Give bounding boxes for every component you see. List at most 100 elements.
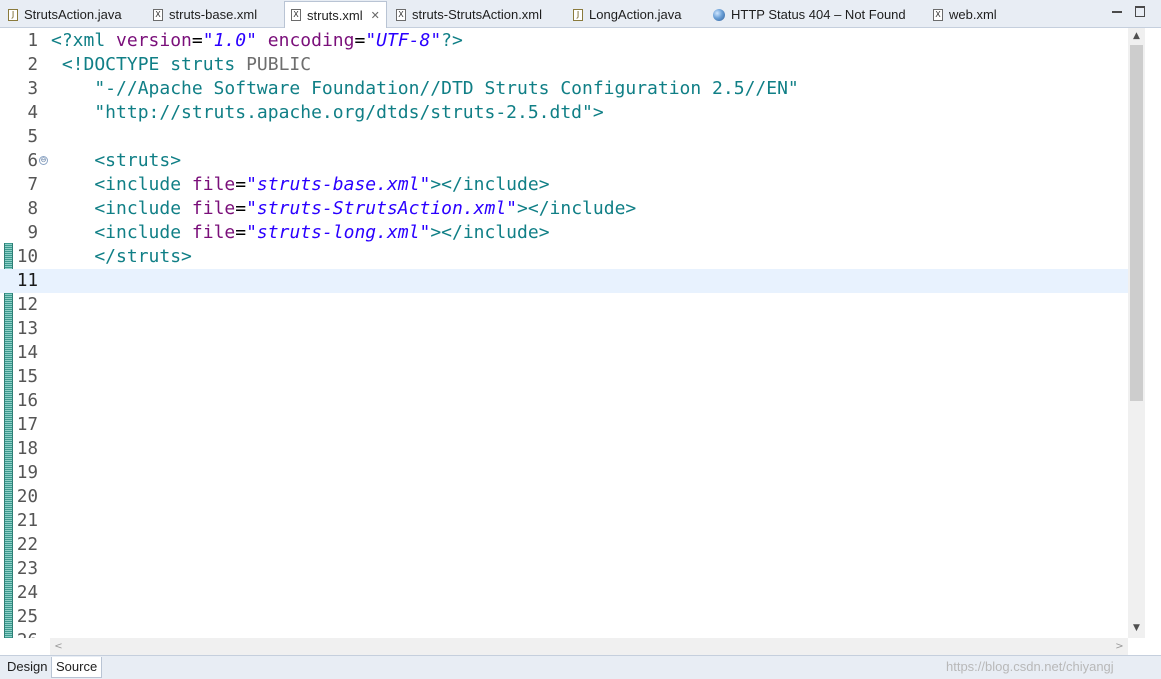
xml-file-icon: X [291, 9, 301, 21]
line-number: 20 [16, 487, 38, 507]
java-file-icon: J [573, 8, 583, 21]
code-token: "UTF-8" [365, 30, 442, 51]
code-token: = [235, 174, 247, 195]
code-token: <!DOCTYPE [51, 54, 171, 75]
tab-source[interactable]: Source [51, 657, 103, 678]
code-line[interactable]: 26 [0, 629, 1128, 638]
tab-label: struts.xml [307, 7, 363, 23]
code-token: "struts-base.xml" [246, 174, 431, 195]
line-number: 14 [16, 343, 38, 363]
line-number: 22 [16, 535, 38, 555]
tab-longaction-java[interactable]: J LongAction.java [573, 2, 682, 27]
vertical-scroll-thumb[interactable] [1130, 45, 1143, 401]
code-line[interactable]: 21 [0, 509, 1128, 533]
tab-label: HTTP Status 404 – Not Found [731, 7, 906, 22]
code-token: <include [51, 198, 192, 219]
code-text: <struts> [51, 149, 181, 173]
code-token: struts [170, 54, 247, 75]
maximize-icon[interactable] [1134, 5, 1146, 17]
code-token: PUBLIC [246, 54, 312, 75]
code-token: = [354, 30, 366, 51]
xml-file-icon: X [933, 8, 943, 21]
line-number: 18 [16, 439, 38, 459]
code-line[interactable]: 8 <include file="struts-StrutsAction.xml… [0, 197, 1128, 221]
line-number: 19 [16, 463, 38, 483]
tab-struts-strutsaction-xml[interactable]: X struts-StrutsAction.xml [396, 2, 542, 27]
line-number: 3 [27, 79, 38, 99]
line-number: 11 [16, 271, 38, 291]
source-editor[interactable]: 1 <?xml version="1.0" encoding="UTF-8"?> 2… [0, 28, 1128, 638]
code-line[interactable]: 17 [0, 413, 1128, 437]
code-line[interactable]: 25 [0, 605, 1128, 629]
code-line[interactable]: 20 [0, 485, 1128, 509]
code-token: = [235, 198, 247, 219]
code-token: <include [51, 222, 192, 243]
code-line[interactable]: 15 [0, 365, 1128, 389]
code-token: <?xml [51, 30, 117, 51]
code-line[interactable]: 6 ⊖ <struts> [0, 149, 1128, 173]
code-line[interactable]: 12 [0, 293, 1128, 317]
code-line[interactable]: 9 <include file="struts-long.xml"></incl… [0, 221, 1128, 245]
line-number: 15 [16, 367, 38, 387]
line-number: 25 [16, 607, 38, 627]
code-line[interactable]: 7 <include file="struts-base.xml"></incl… [0, 173, 1128, 197]
code-line[interactable]: 14 [0, 341, 1128, 365]
code-text: "-//Apache Software Foundation//DTD Stru… [51, 77, 799, 101]
line-number: 16 [16, 391, 38, 411]
code-token: </struts> [51, 246, 192, 267]
close-tab-icon[interactable]: ✕ [371, 9, 380, 22]
minimize-icon[interactable] [1111, 5, 1123, 17]
line-number: 21 [16, 511, 38, 531]
scroll-right-icon[interactable]: > [1114, 640, 1125, 653]
code-text: </struts> [51, 245, 192, 269]
line-number: 5 [27, 127, 38, 147]
code-line[interactable]: 18 [0, 437, 1128, 461]
tab-design[interactable]: Design [3, 657, 51, 678]
line-number: 2 [27, 55, 38, 75]
code-token: "-//Apache Software Foundation//DTD Stru… [51, 78, 799, 99]
vertical-scrollbar[interactable]: ▲ ▼ [1128, 28, 1145, 638]
line-number: 24 [16, 583, 38, 603]
line-number: 23 [16, 559, 38, 579]
scroll-down-icon[interactable]: ▼ [1131, 623, 1142, 634]
line-number: 6 [27, 151, 38, 171]
code-text: "http://struts.apache.org/dtds/struts-2.… [51, 101, 604, 125]
line-number: 1 [27, 31, 38, 51]
scroll-up-icon[interactable]: ▲ [1131, 31, 1142, 42]
code-line[interactable]: 1 <?xml version="1.0" encoding="UTF-8"?> [0, 29, 1128, 53]
tab-label: struts-base.xml [169, 7, 258, 22]
code-line[interactable]: 10 </struts> [0, 245, 1128, 269]
tab-strutsaction-java[interactable]: J StrutsAction.java [8, 2, 122, 27]
code-line[interactable]: 23 [0, 557, 1128, 581]
code-line[interactable]: 4 "http://struts.apache.org/dtds/struts-… [0, 101, 1128, 125]
line-number: 10 [16, 247, 38, 267]
code-token: ?> [441, 30, 463, 51]
code-line[interactable]: 13 [0, 317, 1128, 341]
code-line[interactable]: 22 [0, 533, 1128, 557]
code-text: <!DOCTYPE struts PUBLIC [51, 53, 311, 77]
code-line[interactable]: 11 [0, 269, 1128, 293]
tab-label: LongAction.java [589, 7, 682, 22]
code-token: = [191, 30, 203, 51]
tab-label: web.xml [949, 7, 997, 22]
tab-web-xml[interactable]: X web.xml [933, 2, 997, 27]
tab-struts-base-xml[interactable]: X struts-base.xml [153, 2, 257, 27]
line-number: 4 [27, 103, 38, 123]
line-number: 26 [0, 629, 38, 638]
code-text: <include file="struts-long.xml"></includ… [51, 221, 549, 245]
tab-http-status-404[interactable]: HTTP Status 404 – Not Found [713, 2, 906, 27]
code-line[interactable]: 2 <!DOCTYPE struts PUBLIC [0, 53, 1128, 77]
code-token: <include [51, 174, 192, 195]
code-token: ></include> [430, 174, 550, 195]
code-line[interactable]: 24 [0, 581, 1128, 605]
code-line[interactable]: 5 [0, 125, 1128, 149]
fold-toggle-icon[interactable]: ⊖ [39, 156, 48, 165]
scroll-left-icon[interactable]: < [53, 640, 64, 653]
code-text: <include file="struts-StrutsAction.xml">… [51, 197, 636, 221]
code-line[interactable]: 16 [0, 389, 1128, 413]
code-line[interactable]: 19 [0, 461, 1128, 485]
code-token: "http://struts.apache.org/dtds/struts-2.… [51, 102, 604, 123]
horizontal-scrollbar[interactable]: < > [50, 638, 1128, 655]
code-line[interactable]: 3 "-//Apache Software Foundation//DTD St… [0, 77, 1128, 101]
tab-struts-xml[interactable]: X struts.xml ✕ [284, 1, 387, 28]
